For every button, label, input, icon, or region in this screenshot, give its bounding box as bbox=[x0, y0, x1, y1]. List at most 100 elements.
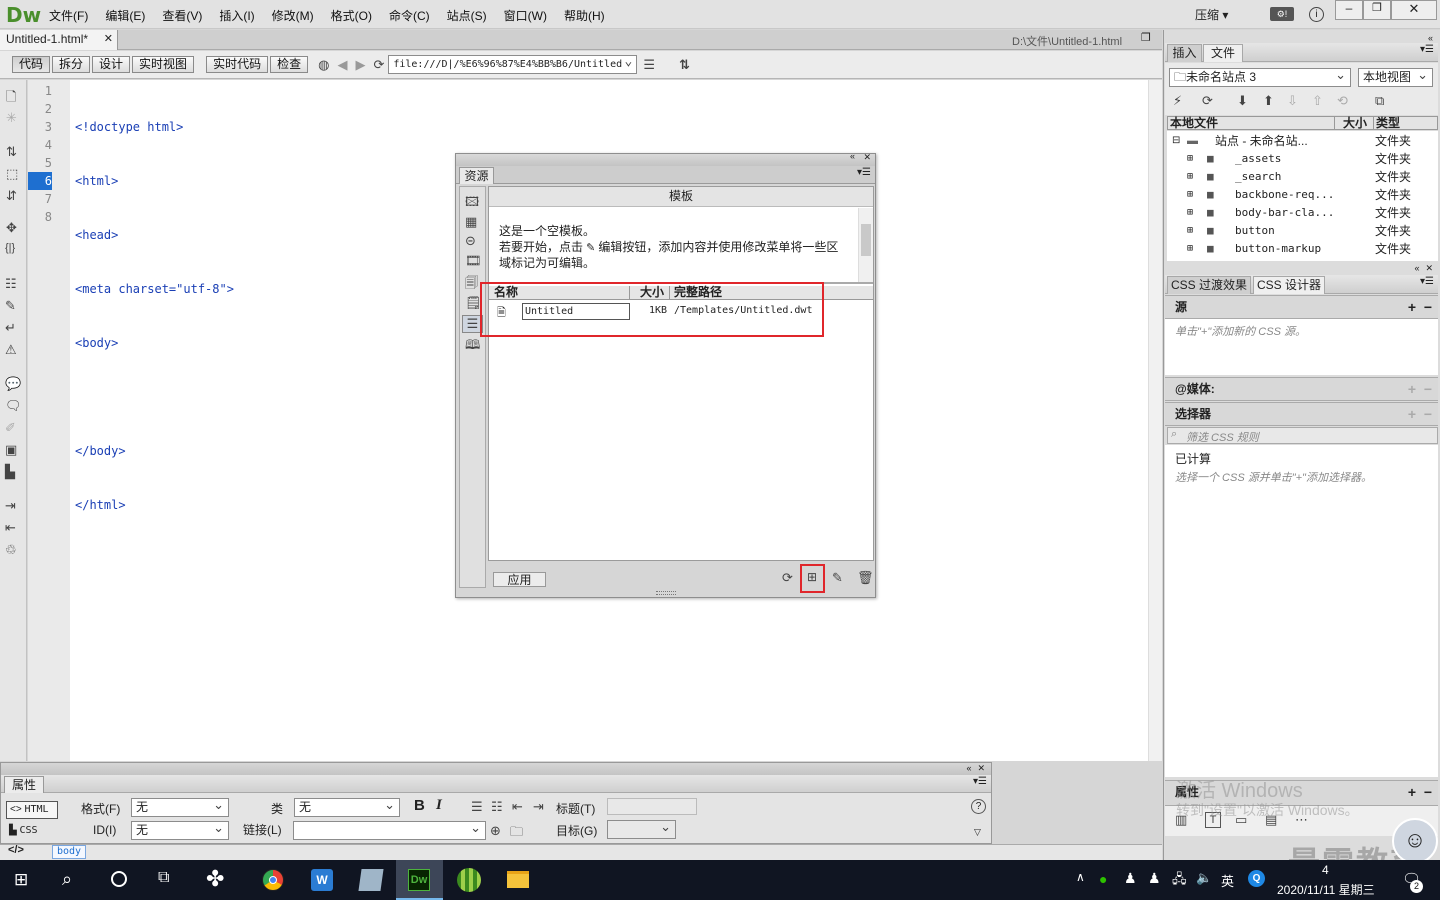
class-select[interactable]: 无 bbox=[294, 796, 400, 817]
remove-comment-icon[interactable]: 🗨 bbox=[5, 398, 22, 414]
assets-titlebar[interactable]: « ✕ bbox=[456, 151, 875, 166]
tree-expand-icon[interactable]: ⊞ bbox=[1187, 168, 1193, 186]
refresh-icon[interactable]: ⟳ bbox=[373, 57, 384, 73]
recent-snippets-icon[interactable]: ▣ bbox=[5, 442, 17, 458]
tree-expand-icon[interactable]: ⊞ bbox=[1187, 186, 1193, 204]
clock-date[interactable]: 2020/11/11 星期三 bbox=[1277, 881, 1375, 898]
indent-icon[interactable]: ⇥ bbox=[5, 498, 16, 514]
back-arrow-icon[interactable]: ◀ bbox=[337, 57, 347, 73]
melon-app-icon[interactable] bbox=[457, 868, 481, 892]
ordered-list-icon[interactable]: ☷ bbox=[491, 799, 503, 815]
tag-selector-body[interactable]: body bbox=[52, 845, 87, 859]
syntax-error-icon[interactable]: ⚠ bbox=[5, 342, 17, 358]
show-hidden-icons[interactable]: ∧ bbox=[1076, 870, 1085, 884]
workspace-switcher[interactable]: 压缩 ▾ bbox=[1195, 6, 1228, 23]
vertical-scrollbar[interactable] bbox=[1148, 80, 1162, 761]
network-icon[interactable]: 🖧 bbox=[1172, 870, 1187, 892]
volume-icon[interactable]: 🔈 bbox=[1196, 870, 1212, 886]
collapse-icon[interactable]: « bbox=[1414, 263, 1419, 273]
menu-insert[interactable]: 插入(I) bbox=[219, 7, 254, 24]
qq-browser-tray-icon[interactable]: Q bbox=[1248, 870, 1265, 887]
pinwheel-app-icon[interactable]: ✤ bbox=[206, 866, 224, 892]
close-icon[interactable]: ✕ bbox=[1425, 263, 1433, 273]
collapse-panel-icon[interactable]: « bbox=[850, 151, 855, 161]
tree-row[interactable]: ⊞ ■ body-bar-cla... 文件夹 bbox=[1167, 204, 1438, 222]
insert-tab[interactable]: 插入 bbox=[1167, 44, 1202, 62]
refresh-files-icon[interactable]: ⟳ bbox=[1202, 93, 1213, 109]
wechat-tray-icon[interactable]: ● bbox=[1099, 871, 1107, 887]
italic-icon[interactable]: I bbox=[436, 797, 442, 814]
collapse-icon[interactable]: « bbox=[1428, 33, 1433, 43]
inspect-button[interactable]: 检查 bbox=[270, 56, 309, 73]
site-root-row[interactable]: ⊟ ▬ 站点 - 未命名站... 文件夹 bbox=[1167, 132, 1438, 150]
menu-site[interactable]: 站点(S) bbox=[447, 7, 487, 24]
tree-row[interactable]: ⊞ ■ button 文件夹 bbox=[1167, 222, 1438, 240]
sync-settings-icon[interactable]: ⚙! bbox=[1270, 7, 1294, 21]
format-select[interactable]: 无 bbox=[131, 796, 229, 817]
view-options-icon[interactable]: ☰ bbox=[643, 57, 655, 73]
title-input[interactable] bbox=[607, 798, 697, 815]
minimize-button[interactable]: – bbox=[1335, 0, 1363, 20]
add-media-icon[interactable]: + bbox=[1408, 378, 1416, 400]
menu-format[interactable]: 格式(O) bbox=[331, 7, 372, 24]
collapse-selection-icon[interactable]: ⬚ bbox=[6, 166, 18, 182]
restore-doc-icon[interactable]: ❐ bbox=[1141, 31, 1151, 44]
add-selector-icon[interactable]: + bbox=[1408, 403, 1416, 425]
remove-selector-icon[interactable]: − bbox=[1424, 403, 1432, 425]
properties-tab[interactable]: 属性 bbox=[4, 776, 44, 793]
css-options-icon[interactable]: ▾☰ bbox=[1420, 276, 1434, 287]
unordered-list-icon[interactable]: ☰ bbox=[471, 799, 483, 815]
document-tab[interactable]: Untitled-1.html* ✕ bbox=[0, 30, 118, 50]
col-file-size[interactable]: 大小 bbox=[1343, 117, 1367, 129]
remove-media-icon[interactable]: − bbox=[1424, 378, 1432, 400]
menu-modify[interactable]: 修改(M) bbox=[272, 7, 314, 24]
open-documents-icon[interactable]: 🗋 bbox=[6, 88, 16, 110]
delete-icon[interactable]: 🗑 bbox=[857, 570, 874, 586]
tree-row[interactable]: ⊞ ■ backbone-req... 文件夹 bbox=[1167, 186, 1438, 204]
menu-file[interactable]: 文件(F) bbox=[49, 7, 88, 24]
indent-text-icon[interactable]: ⇥ bbox=[533, 799, 544, 815]
tree-row[interactable]: ⊞ ■ _search 文件夹 bbox=[1167, 168, 1438, 186]
bold-icon[interactable]: B bbox=[414, 797, 425, 814]
html-mode-button[interactable]: <> HTML bbox=[6, 801, 58, 819]
balance-braces-icon[interactable]: {|} bbox=[5, 242, 15, 254]
wrap-tag-icon[interactable]: ✐ bbox=[5, 420, 16, 436]
outdent-icon[interactable]: ⇤ bbox=[5, 520, 16, 536]
outdent-text-icon[interactable]: ⇤ bbox=[512, 799, 523, 815]
target-select[interactable] bbox=[607, 818, 676, 839]
menu-edit[interactable]: 编辑(E) bbox=[105, 7, 145, 24]
tree-expand-icon[interactable]: ⊞ bbox=[1187, 150, 1193, 168]
media-icon[interactable]: 🎞 bbox=[465, 253, 482, 269]
format-source-icon[interactable]: ♲ bbox=[5, 542, 17, 558]
panel-options-icon[interactable]: ▾☰ bbox=[857, 167, 871, 178]
close-tab-icon[interactable]: ✕ bbox=[104, 30, 113, 49]
id-select[interactable]: 无 bbox=[131, 819, 229, 840]
get-files-icon[interactable]: ⬇ bbox=[1237, 93, 1248, 109]
properties-options-icon[interactable]: ▾☰ bbox=[973, 776, 987, 787]
check-in-icon[interactable]: ⇧ bbox=[1312, 93, 1323, 109]
link-input[interactable] bbox=[293, 819, 486, 840]
remove-property-icon[interactable]: − bbox=[1424, 781, 1432, 803]
cortana-icon[interactable] bbox=[111, 871, 127, 887]
forward-arrow-icon[interactable]: ▶ bbox=[355, 57, 365, 73]
check-out-icon[interactable]: ⇩ bbox=[1287, 93, 1298, 109]
tree-row[interactable]: ⊞ ■ button-markup 文件夹 bbox=[1167, 240, 1438, 258]
view-dropdown[interactable]: 本地视图 bbox=[1358, 66, 1433, 87]
refresh-site-list-icon[interactable]: ⟳ bbox=[782, 570, 793, 586]
file-management-icon[interactable]: ✳ bbox=[6, 110, 17, 126]
live-view-button[interactable]: 实时视图 bbox=[132, 56, 195, 73]
files-tab[interactable]: 文件 bbox=[1203, 44, 1243, 62]
colors-icon[interactable]: ▦ bbox=[465, 214, 477, 230]
tree-expand-icon[interactable]: ⊞ bbox=[1187, 204, 1193, 222]
menu-help[interactable]: 帮助(H) bbox=[564, 7, 605, 24]
code-navigator-icon[interactable]: </> bbox=[8, 844, 24, 856]
ime-indicator[interactable]: 英 bbox=[1221, 871, 1234, 890]
tree-expand-icon[interactable]: ⊞ bbox=[1187, 240, 1193, 258]
design-view-button[interactable]: 设计 bbox=[92, 56, 131, 73]
filter-css-input[interactable]: ⌕ 筛选 CSS 规则 bbox=[1167, 427, 1438, 444]
qq-tray-icon[interactable]: ♟ bbox=[1124, 870, 1137, 887]
help-icon[interactable]: i bbox=[1309, 7, 1324, 22]
css-designer-tab[interactable]: CSS 设计器 bbox=[1253, 276, 1325, 294]
search-icon[interactable]: ⌕ bbox=[62, 869, 72, 890]
preview-scrollbar[interactable] bbox=[858, 208, 873, 282]
